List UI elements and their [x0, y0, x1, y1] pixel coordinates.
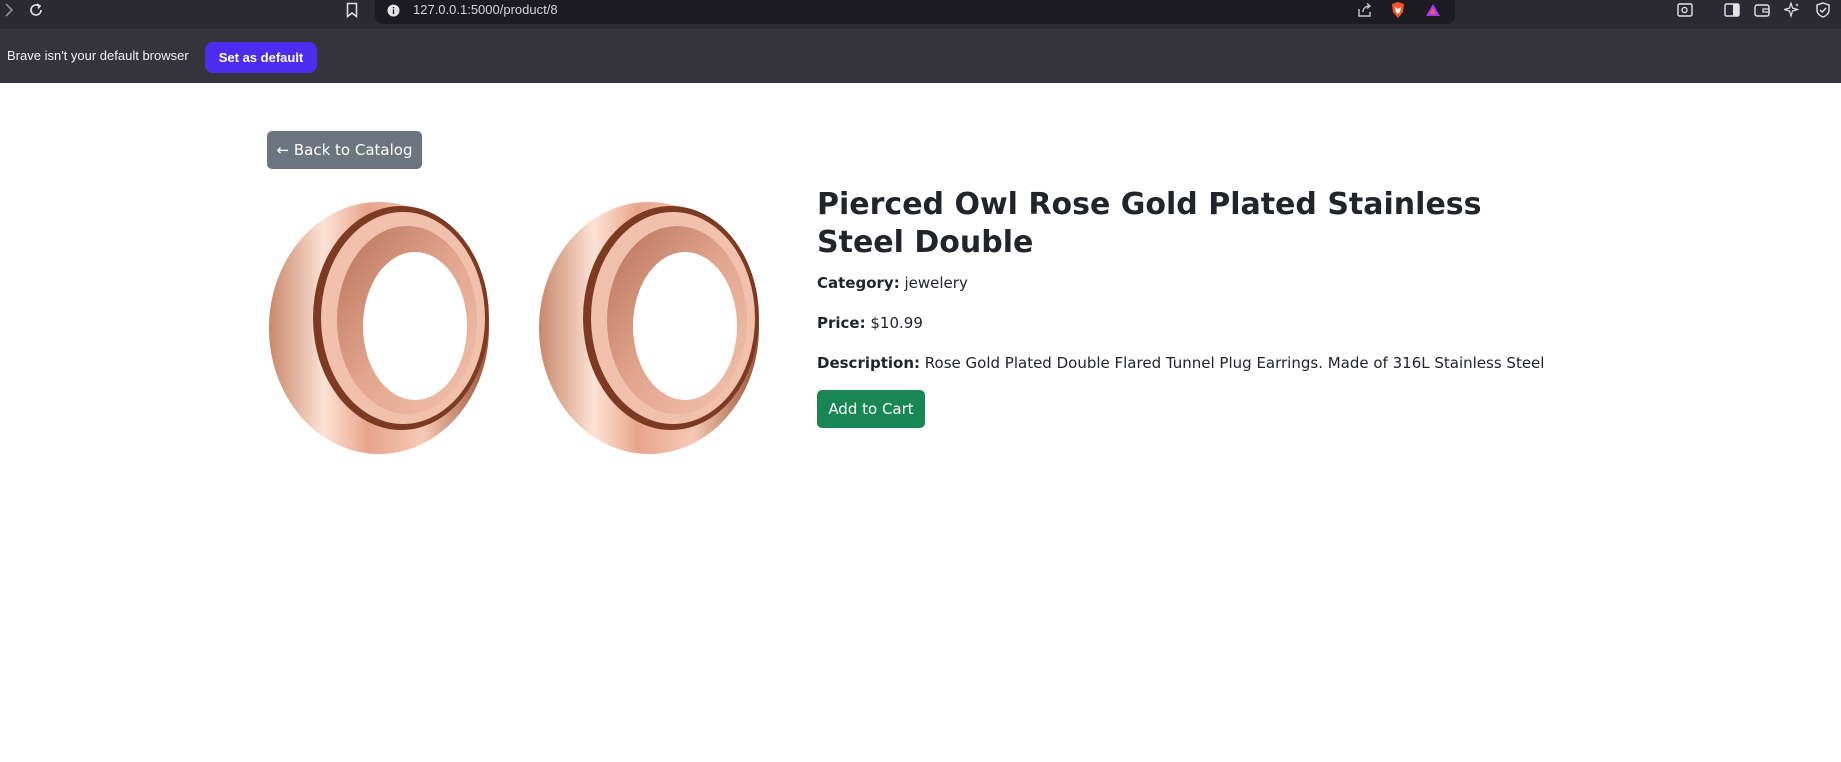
- description-label: Description:: [817, 354, 921, 372]
- forward-icon[interactable]: [2, 0, 16, 20]
- share-icon[interactable]: [1355, 0, 1375, 20]
- product-description: Description: Rose Gold Plated Double Fla…: [817, 353, 1544, 373]
- rose-gold-tunnel-plugs-image: [269, 202, 759, 454]
- leo-ai-icon[interactable]: [1782, 0, 1802, 20]
- product-image: [267, 186, 792, 458]
- product-category: Category: jewelery: [817, 273, 968, 293]
- bookmark-icon[interactable]: [342, 0, 362, 20]
- vpn-icon[interactable]: [1813, 0, 1833, 20]
- tunnel-plug-left: [269, 202, 489, 454]
- infobar-message: Brave isn't your default browser: [7, 48, 189, 63]
- price-value: $10.99: [870, 314, 923, 332]
- screenshot-icon[interactable]: [1675, 0, 1695, 20]
- default-browser-infobar: Brave isn't your default browser Set as …: [0, 30, 1841, 83]
- brave-rewards-icon[interactable]: [1423, 0, 1443, 20]
- price-label: Price:: [817, 314, 866, 332]
- category-label: Category:: [817, 274, 900, 292]
- address-bar[interactable]: 127.0.0.1:5000/product/8: [375, 0, 1455, 24]
- back-to-catalog-button[interactable]: ← Back to Catalog: [267, 131, 422, 169]
- reload-icon[interactable]: [26, 0, 46, 20]
- url-text[interactable]: 127.0.0.1:5000/product/8: [413, 2, 558, 18]
- category-value: jewelery: [904, 274, 968, 292]
- add-to-cart-button[interactable]: Add to Cart: [817, 390, 925, 428]
- browser-toolbar: 127.0.0.1:5000/product/8: [0, 0, 1841, 30]
- product-title: Pierced Owl Rose Gold Plated Stainless S…: [817, 187, 1482, 260]
- set-as-default-button[interactable]: Set as default: [205, 42, 317, 73]
- site-info-icon[interactable]: [385, 0, 401, 20]
- wallet-icon[interactable]: [1752, 0, 1772, 20]
- tunnel-plug-right: [539, 202, 759, 454]
- sidebar-icon[interactable]: [1722, 0, 1742, 20]
- description-value: Rose Gold Plated Double Flared Tunnel Pl…: [924, 354, 1545, 372]
- product-price: Price: $10.99: [817, 313, 923, 333]
- brave-shields-icon[interactable]: [1388, 0, 1408, 20]
